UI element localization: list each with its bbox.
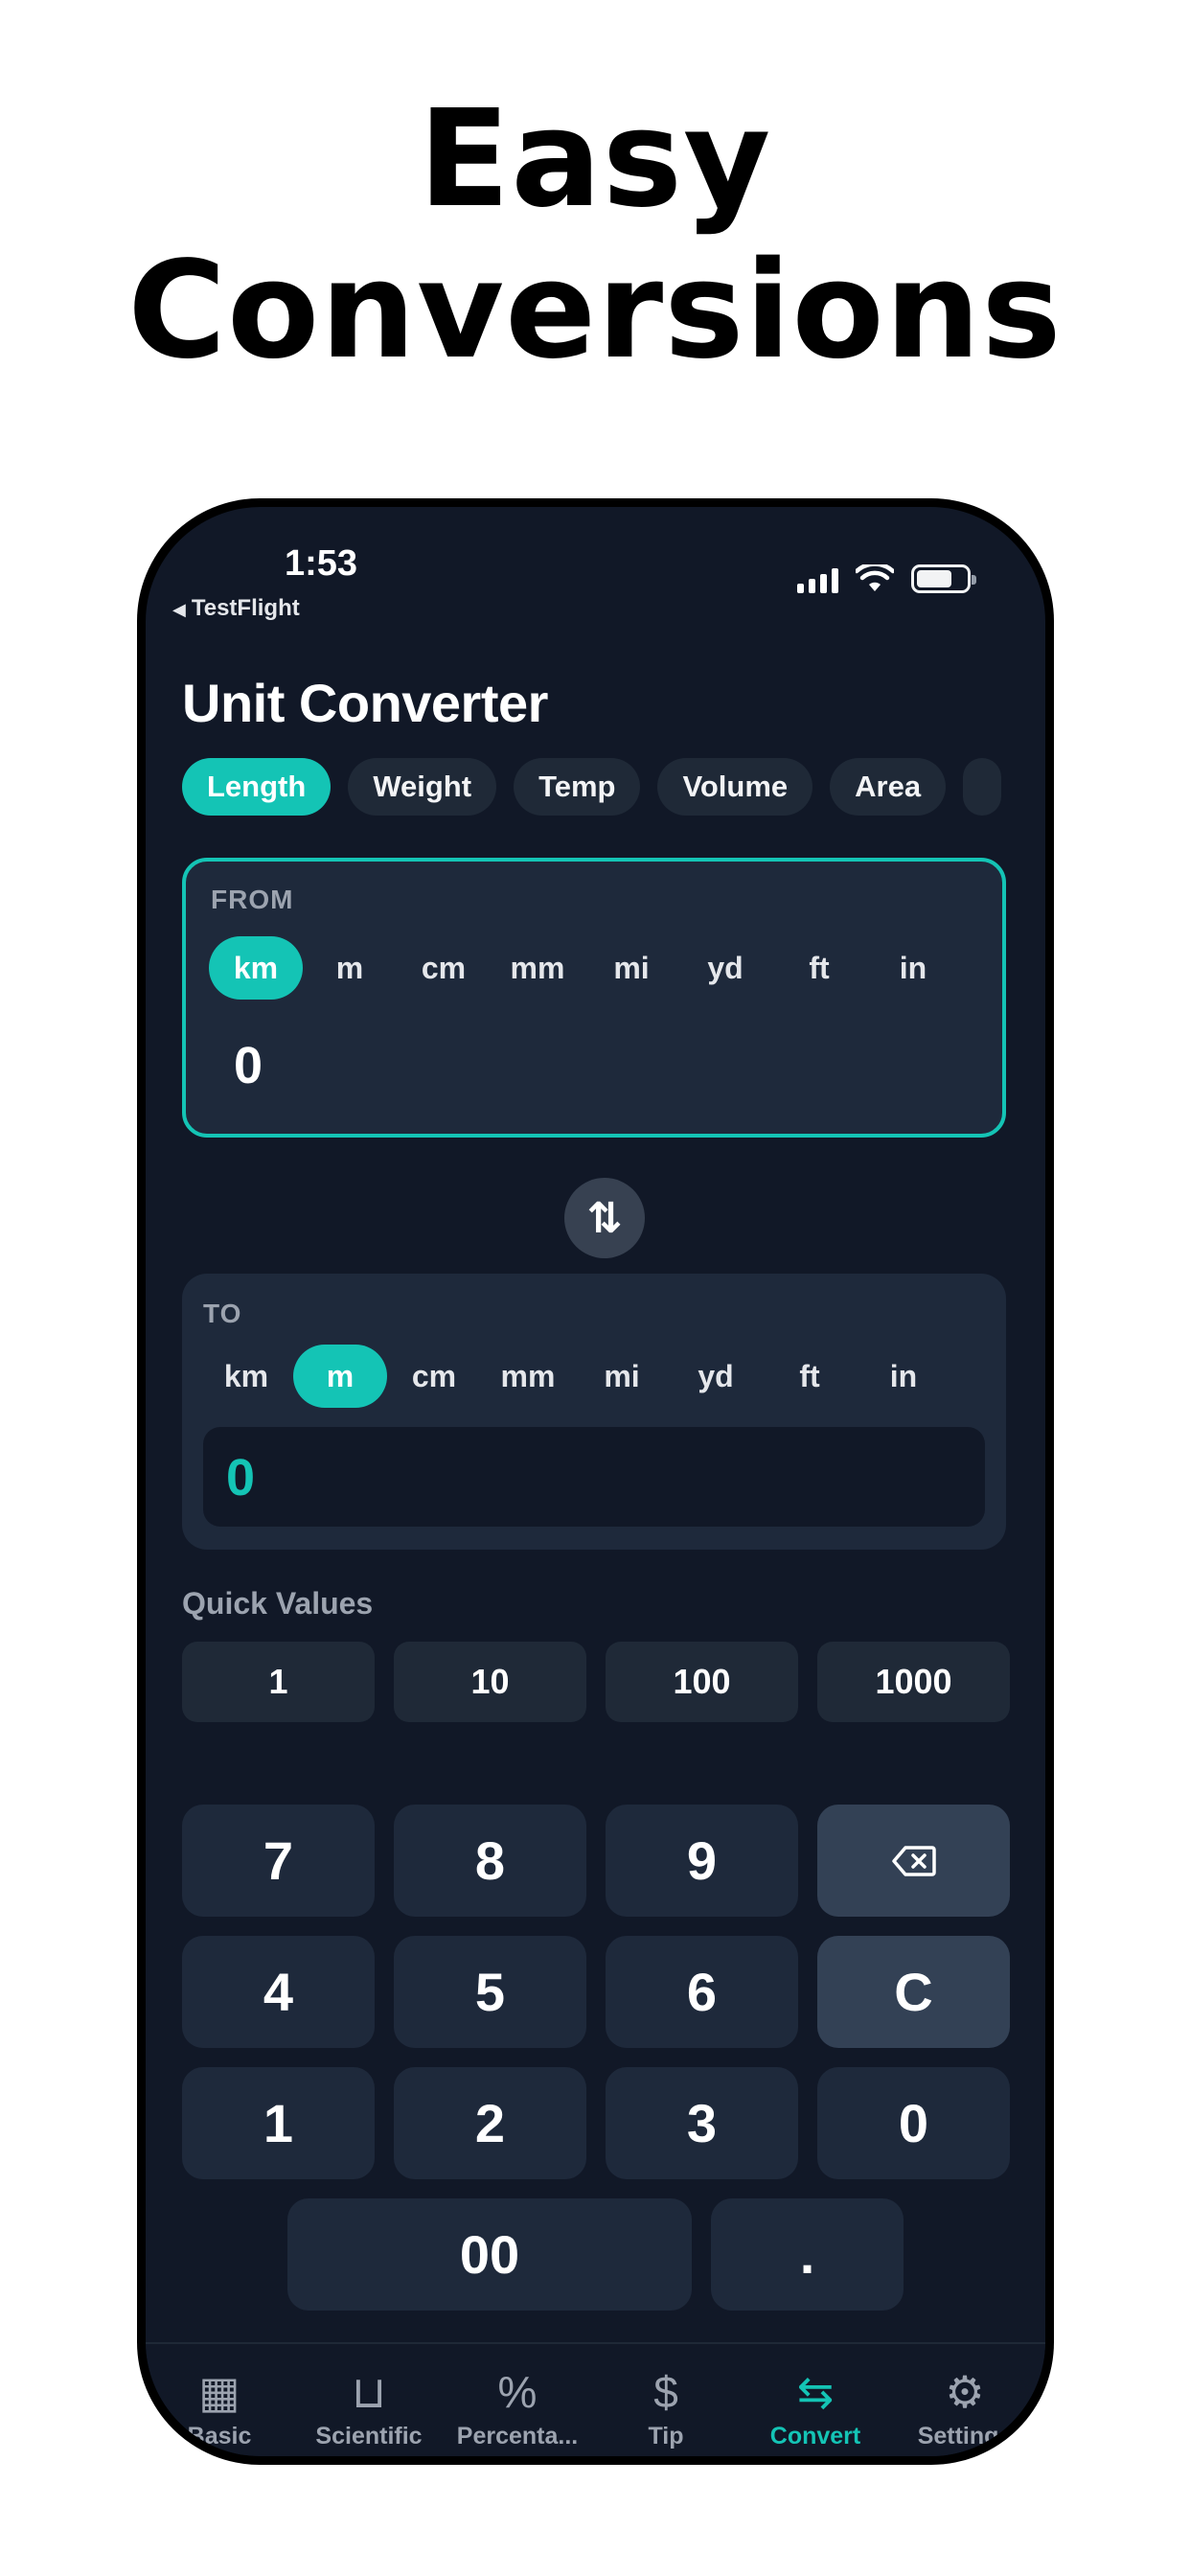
clear-button[interactable]: C bbox=[817, 1936, 1010, 2048]
to-unit-km[interactable]: km bbox=[199, 1345, 293, 1408]
tab-convert[interactable]: ⇆ Convert bbox=[744, 2365, 887, 2450]
key-4[interactable]: 4 bbox=[182, 1936, 375, 2048]
quick-value-button[interactable]: 10 bbox=[394, 1642, 586, 1722]
headline-line-2: Conversions bbox=[127, 233, 1063, 389]
category-weight[interactable]: Weight bbox=[348, 758, 497, 816]
to-value: 0 bbox=[226, 1449, 256, 1506]
backspace-button[interactable] bbox=[817, 1805, 1010, 1917]
back-triangle-icon: ◀ bbox=[172, 600, 186, 619]
key-3[interactable]: 3 bbox=[606, 2067, 798, 2179]
quick-value-button[interactable]: 1 bbox=[182, 1642, 375, 1722]
key-6[interactable]: 6 bbox=[606, 1936, 798, 2048]
calculator-icon: ▦ bbox=[198, 2367, 240, 2417]
from-unit-mi[interactable]: mi bbox=[584, 936, 678, 1000]
to-unit-m[interactable]: m bbox=[293, 1345, 387, 1408]
page-title: Unit Converter bbox=[182, 673, 548, 733]
key-00[interactable]: 00 bbox=[287, 2198, 692, 2311]
category-length[interactable]: Length bbox=[182, 758, 332, 816]
quick-value-button[interactable]: 1000 bbox=[817, 1642, 1010, 1722]
quick-values-label: Quick Values bbox=[182, 1586, 374, 1621]
phone-frame: 1:53 ◀ TestFlight Unit Converter Length W… bbox=[137, 498, 1054, 2465]
tab-label: Settings bbox=[917, 2423, 1013, 2450]
key-2[interactable]: 2 bbox=[394, 2067, 586, 2179]
quick-values-row: 1 10 100 1000 bbox=[182, 1642, 1010, 1722]
key-7[interactable]: 7 bbox=[182, 1805, 375, 1917]
arrows-exchange-icon: ⇆ bbox=[796, 2367, 835, 2417]
tab-label: Percenta... bbox=[456, 2423, 579, 2450]
category-tabs: Length Weight Temp Volume Area bbox=[182, 758, 1002, 816]
cellular-signal-icon bbox=[797, 568, 838, 593]
key-decimal[interactable]: . bbox=[711, 2198, 904, 2311]
backspace-icon bbox=[891, 1845, 936, 1876]
to-unit-mi[interactable]: mi bbox=[575, 1345, 669, 1408]
from-card[interactable]: FROM km m cm mm mi yd ft in 0 bbox=[182, 858, 1006, 1138]
tab-label: Convert bbox=[769, 2423, 861, 2450]
key-8[interactable]: 8 bbox=[394, 1805, 586, 1917]
headline-line-1: Easy bbox=[418, 81, 772, 238]
to-unit-cm[interactable]: cm bbox=[387, 1345, 481, 1408]
to-unit-selector: km m cm mm mi yd ft in bbox=[199, 1345, 950, 1408]
category-volume[interactable]: Volume bbox=[657, 758, 813, 816]
from-unit-in[interactable]: in bbox=[866, 936, 960, 1000]
swap-vertical-icon: ⇅ bbox=[586, 1194, 623, 1242]
quick-value-button[interactable]: 100 bbox=[606, 1642, 798, 1722]
status-icons bbox=[797, 564, 976, 593]
tab-tip[interactable]: $ Tip bbox=[594, 2365, 738, 2450]
to-label: TO bbox=[203, 1299, 242, 1328]
from-unit-m[interactable]: m bbox=[303, 936, 397, 1000]
tab-label: Scientific bbox=[315, 2423, 423, 2450]
tab-label: Tip bbox=[648, 2423, 684, 2450]
receipt-icon: $ bbox=[653, 2367, 678, 2417]
back-to-app-link[interactable]: ◀ TestFlight bbox=[172, 595, 300, 622]
category-temp[interactable]: Temp bbox=[514, 758, 641, 816]
percent-icon: % bbox=[497, 2367, 538, 2417]
from-value-input[interactable]: 0 bbox=[234, 1036, 263, 1095]
from-unit-yd[interactable]: yd bbox=[678, 936, 772, 1000]
marketing-headline: Easy Conversions bbox=[0, 84, 1190, 387]
swap-units-button[interactable]: ⇅ bbox=[564, 1178, 645, 1258]
category-area[interactable]: Area bbox=[830, 758, 947, 816]
to-value-field: 0 bbox=[203, 1427, 985, 1527]
key-9[interactable]: 9 bbox=[606, 1805, 798, 1917]
tab-percentage[interactable]: % Percenta... bbox=[446, 2365, 589, 2450]
wifi-icon bbox=[856, 564, 894, 591]
from-unit-km[interactable]: km bbox=[209, 936, 303, 1000]
battery-icon bbox=[911, 564, 976, 593]
gear-icon: ⚙ bbox=[945, 2367, 985, 2417]
from-unit-cm[interactable]: cm bbox=[397, 936, 491, 1000]
to-unit-yd[interactable]: yd bbox=[669, 1345, 763, 1408]
from-unit-selector: km m cm mm mi yd ft in bbox=[209, 936, 960, 1000]
from-label: FROM bbox=[211, 885, 294, 914]
from-unit-mm[interactable]: mm bbox=[491, 936, 584, 1000]
key-0[interactable]: 0 bbox=[817, 2067, 1010, 2179]
tab-bar: ▦ Basic ⊔ Scientific % Percenta... $ Tip… bbox=[146, 2342, 1045, 2456]
from-unit-ft[interactable]: ft bbox=[772, 936, 866, 1000]
to-unit-in[interactable]: in bbox=[857, 1345, 950, 1408]
tab-basic[interactable]: ▦ Basic bbox=[148, 2365, 291, 2450]
app-screen: 1:53 ◀ TestFlight Unit Converter Length W… bbox=[146, 507, 1045, 2456]
back-app-label: TestFlight bbox=[191, 595, 300, 621]
tab-settings[interactable]: ⚙ Settings bbox=[893, 2365, 1037, 2450]
to-unit-ft[interactable]: ft bbox=[763, 1345, 857, 1408]
to-card: TO km m cm mm mi yd ft in 0 bbox=[182, 1274, 1006, 1550]
key-5[interactable]: 5 bbox=[394, 1936, 586, 2048]
status-time: 1:53 bbox=[285, 543, 358, 584]
key-1[interactable]: 1 bbox=[182, 2067, 375, 2179]
tab-scientific[interactable]: ⊔ Scientific bbox=[297, 2365, 441, 2450]
category-more[interactable] bbox=[963, 758, 1002, 816]
tab-label: Basic bbox=[187, 2423, 252, 2450]
to-unit-mm[interactable]: mm bbox=[481, 1345, 575, 1408]
beaker-icon: ⊔ bbox=[352, 2367, 386, 2417]
